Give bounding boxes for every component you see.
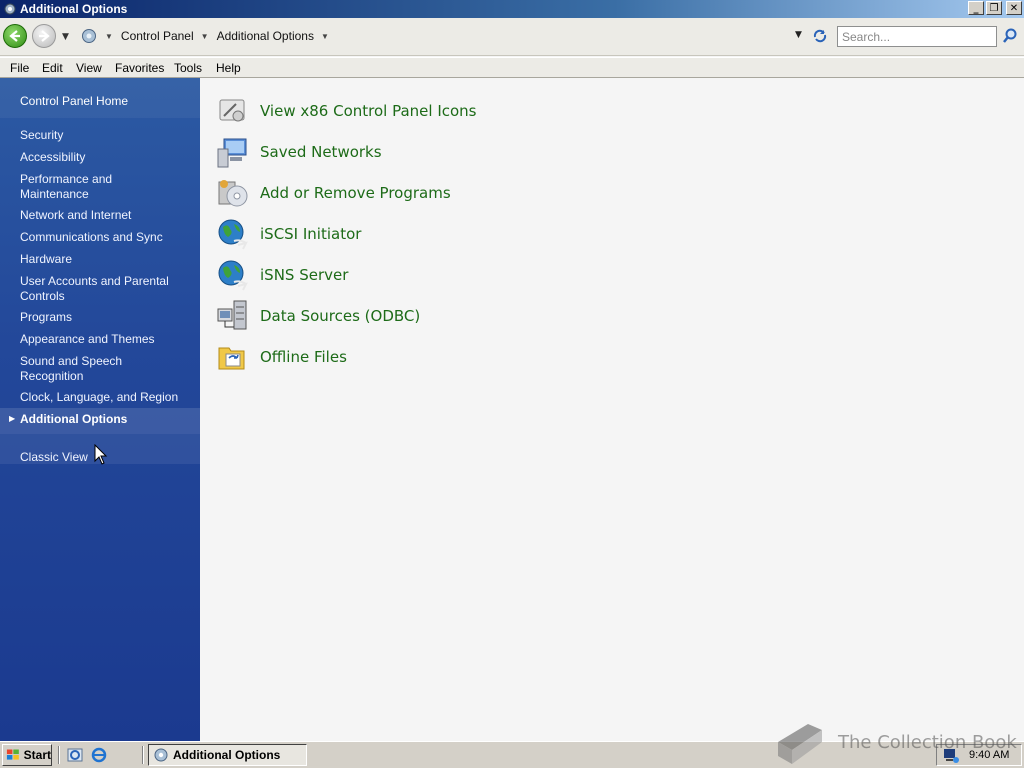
task-view-x86-icons[interactable]: View x86 Control Panel Icons bbox=[216, 93, 477, 129]
globe-icon bbox=[218, 219, 248, 250]
book-icon bbox=[778, 724, 822, 764]
forward-arrow-icon bbox=[39, 30, 50, 42]
start-button[interactable]: Start bbox=[2, 744, 52, 766]
menu-help[interactable]: Help bbox=[216, 61, 241, 75]
breadcrumb-control-panel[interactable]: Control Panel bbox=[121, 29, 194, 43]
chevron-down-icon[interactable]: ▼ bbox=[201, 32, 209, 41]
sidebar-item-performance[interactable]: Performance and Maintenance bbox=[20, 172, 140, 202]
sidebar-item-control-panel-home[interactable]: Control Panel Home bbox=[20, 94, 128, 108]
taskbar-window-button[interactable]: Additional Options bbox=[148, 744, 307, 766]
taskbar-window-label: Additional Options bbox=[173, 748, 281, 762]
sidebar-item-network[interactable]: Network and Internet bbox=[20, 208, 190, 223]
task-data-sources-odbc[interactable]: Data Sources (ODBC) bbox=[216, 298, 420, 334]
control-panel-icon bbox=[82, 29, 96, 43]
server-manager-icon[interactable] bbox=[67, 747, 83, 763]
menu-tools[interactable]: Tools bbox=[174, 61, 202, 75]
restore-button[interactable]: ❐ bbox=[986, 1, 1002, 15]
sidebar-item-hardware[interactable]: Hardware bbox=[20, 252, 190, 267]
recent-pages-dropdown[interactable]: ▼ bbox=[62, 32, 72, 42]
task-label: Add or Remove Programs bbox=[260, 184, 451, 202]
breadcrumb-additional-options[interactable]: Additional Options bbox=[217, 29, 314, 43]
gear-icon bbox=[154, 748, 168, 762]
task-isns-server[interactable]: iSNS Server bbox=[216, 257, 348, 293]
search-input[interactable]: Search... bbox=[837, 26, 997, 47]
task-label: Offline Files bbox=[260, 348, 347, 366]
task-saved-networks[interactable]: Saved Networks bbox=[216, 134, 382, 170]
start-label: Start bbox=[23, 748, 51, 762]
window-title: Additional Options bbox=[20, 2, 128, 16]
quick-launch-separator bbox=[58, 746, 60, 764]
refresh-icon[interactable] bbox=[812, 28, 828, 44]
task-label: Saved Networks bbox=[260, 143, 382, 161]
sidebar-item-security[interactable]: Security bbox=[20, 128, 190, 143]
chevron-down-icon[interactable]: ▼ bbox=[321, 32, 329, 41]
close-button[interactable]: ✕ bbox=[1006, 1, 1022, 15]
address-dropdown[interactable]: ▼ bbox=[795, 30, 802, 40]
navigation-bar: ▼ ▼ Control Panel ▼ Additional Options ▼… bbox=[0, 18, 1024, 56]
windows-flag-icon bbox=[6, 749, 19, 760]
add-remove-programs-icon bbox=[218, 180, 248, 207]
mouse-cursor-icon bbox=[94, 444, 108, 465]
sidebar: Control Panel Home Security Accessibilit… bbox=[0, 78, 200, 741]
content-pane: View x86 Control Panel Icons Saved Netwo… bbox=[200, 78, 1024, 741]
minimize-button[interactable]: _ bbox=[968, 1, 984, 15]
sidebar-item-programs[interactable]: Programs bbox=[20, 310, 190, 325]
forward-button[interactable] bbox=[32, 24, 56, 48]
watermark-text: The Collection Book bbox=[838, 732, 1017, 753]
address-bar[interactable]: ▼ Control Panel ▼ Additional Options ▼ bbox=[80, 24, 830, 48]
network-computer-icon bbox=[217, 138, 247, 168]
task-label: iSCSI Initiator bbox=[260, 225, 362, 243]
internet-explorer-icon[interactable] bbox=[91, 747, 107, 763]
window-title-bar[interactable]: Additional Options _ ❐ ✕ bbox=[0, 0, 1024, 18]
menu-edit[interactable]: Edit bbox=[42, 61, 63, 75]
sidebar-item-appearance[interactable]: Appearance and Themes bbox=[20, 332, 190, 347]
task-label: View x86 Control Panel Icons bbox=[260, 102, 477, 120]
chevron-down-icon[interactable]: ▼ bbox=[105, 32, 113, 41]
menu-favorites[interactable]: Favorites bbox=[115, 61, 164, 75]
back-button[interactable] bbox=[3, 24, 27, 48]
sidebar-item-additional-options[interactable]: Additional Options bbox=[20, 412, 190, 427]
menu-file[interactable]: File bbox=[10, 61, 29, 75]
task-add-remove-programs[interactable]: Add or Remove Programs bbox=[216, 175, 451, 211]
menu-bar: File Edit View Favorites Tools Help bbox=[0, 57, 1024, 78]
globe-icon bbox=[218, 260, 248, 291]
sidebar-item-communications[interactable]: Communications and Sync bbox=[20, 230, 190, 245]
sidebar-item-user-accounts[interactable]: User Accounts and Parental Controls bbox=[20, 274, 180, 304]
task-label: Data Sources (ODBC) bbox=[260, 307, 421, 325]
taskbar-separator bbox=[142, 746, 144, 764]
back-arrow-icon bbox=[9, 30, 20, 42]
watermark: The Collection Book bbox=[772, 718, 1022, 768]
sidebar-item-accessibility[interactable]: Accessibility bbox=[20, 150, 190, 165]
task-offline-files[interactable]: Offline Files bbox=[216, 339, 347, 375]
triangle-right-icon: ▶ bbox=[9, 414, 16, 423]
odbc-icon bbox=[217, 300, 247, 330]
sidebar-item-sound[interactable]: Sound and Speech Recognition bbox=[20, 354, 140, 384]
sidebar-item-clock[interactable]: Clock, Language, and Region bbox=[20, 390, 190, 405]
control-panel-x86-icon bbox=[219, 99, 245, 122]
offline-files-icon bbox=[218, 347, 245, 370]
task-label: iSNS Server bbox=[260, 266, 349, 284]
gear-icon bbox=[4, 3, 16, 15]
task-iscsi-initiator[interactable]: iSCSI Initiator bbox=[216, 216, 361, 252]
search-icon[interactable] bbox=[1001, 27, 1019, 45]
menu-view[interactable]: View bbox=[76, 61, 102, 75]
